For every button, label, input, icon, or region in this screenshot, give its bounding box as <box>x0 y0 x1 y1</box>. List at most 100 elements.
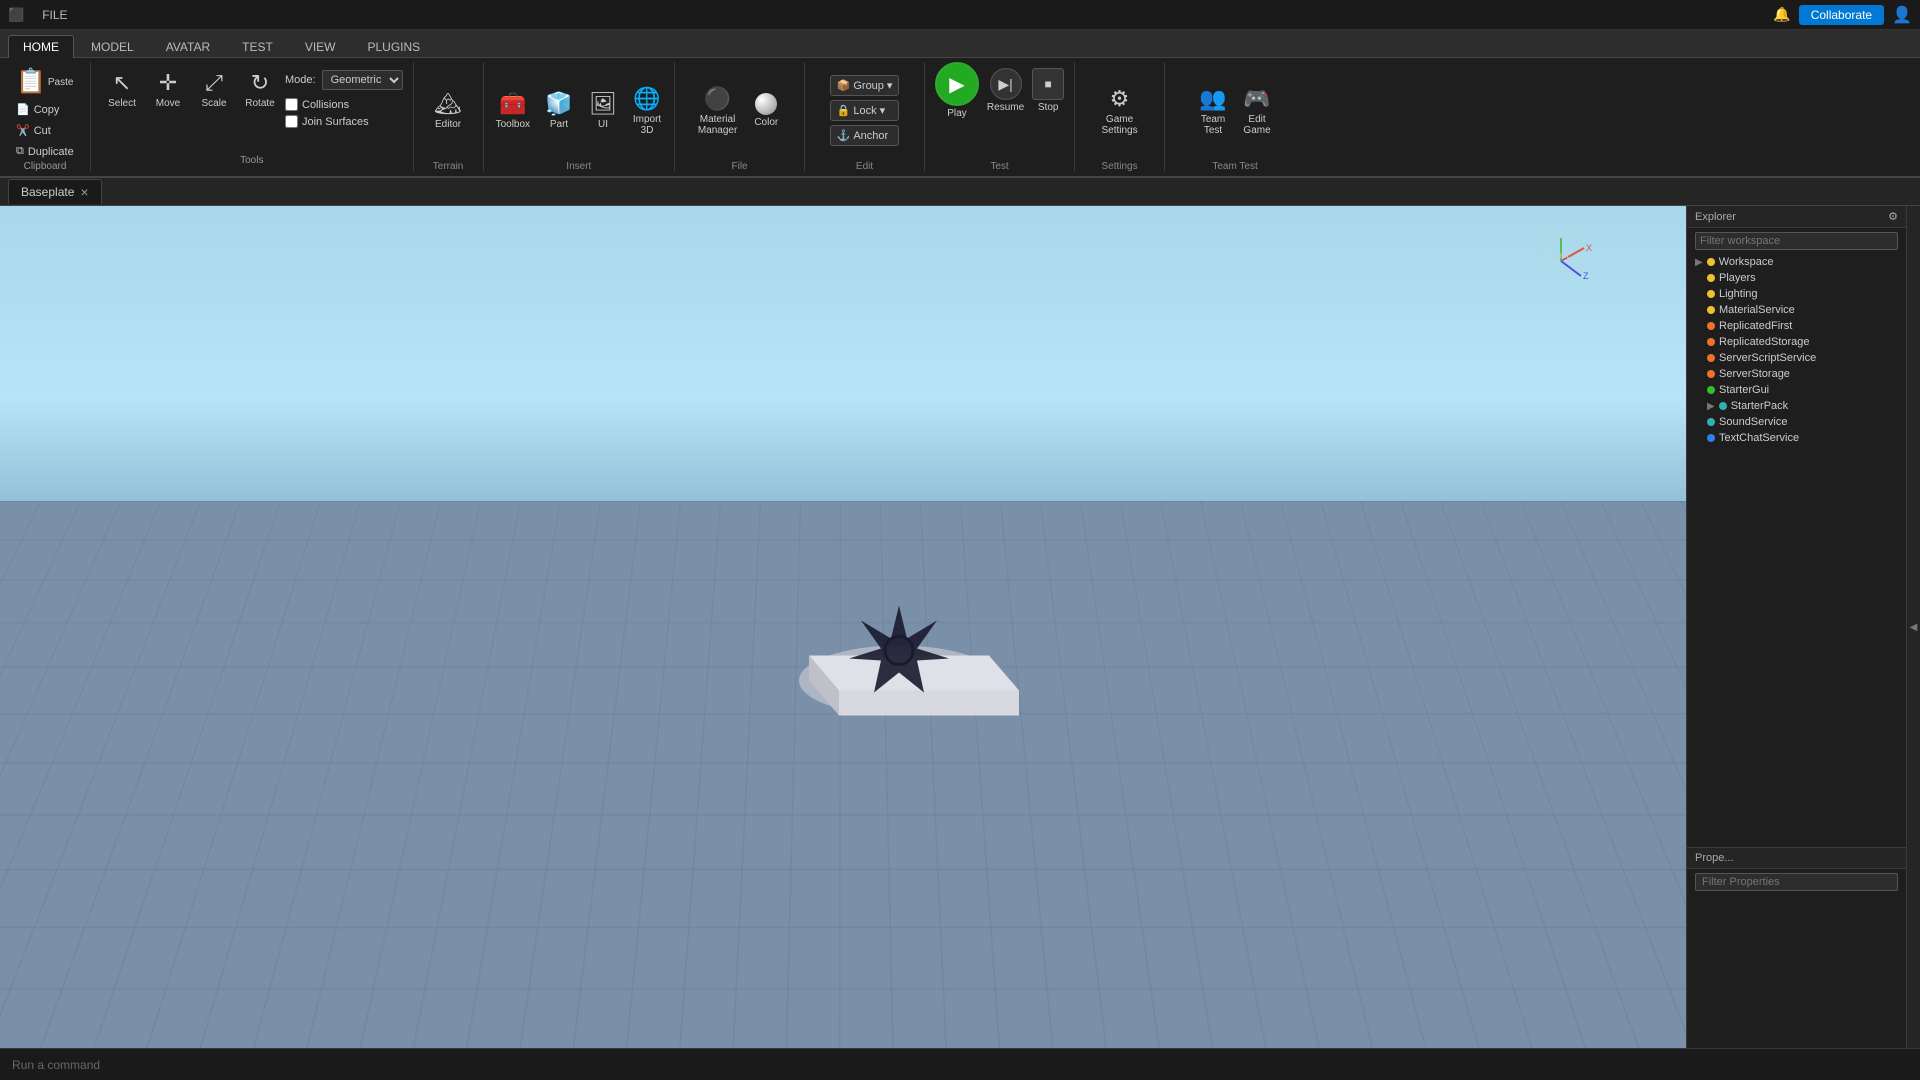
move-button[interactable]: ✛ Move <box>147 66 189 113</box>
lock-button[interactable]: 🔒 Lock ▾ <box>830 100 900 121</box>
explorer-item-workspace[interactable]: ▶ Workspace <box>1687 254 1906 270</box>
rotate-label: Rotate <box>245 98 274 109</box>
explorer-title: Explorer <box>1695 211 1736 223</box>
collisions-row: Collisions <box>285 98 403 111</box>
play-button[interactable]: ▶ <box>935 62 979 106</box>
properties-section: Prope... <box>1687 848 1906 1048</box>
team-test-button[interactable]: 👥 TeamTest <box>1192 82 1234 140</box>
explorer-item-lighting[interactable]: Lighting <box>1687 286 1906 302</box>
join-surfaces-checkbox[interactable] <box>285 115 298 128</box>
explorer-item-soundservice[interactable]: SoundService <box>1687 414 1906 430</box>
color-icon <box>755 93 777 115</box>
explorer-filter-input[interactable] <box>1695 232 1898 250</box>
svg-text:Z: Z <box>1583 271 1589 281</box>
anchor-button[interactable]: ⚓ Anchor <box>830 125 900 146</box>
explorer-section: Explorer ⚙ ▶ Workspace Players <box>1687 206 1906 848</box>
terrain-section-label: Terrain <box>433 161 464 172</box>
main-area: X Z Left Explorer ⚙ ▶ <box>0 206 1920 1048</box>
part-icon: 🧊 <box>545 91 572 117</box>
explorer-item-players[interactable]: Players <box>1687 270 1906 286</box>
clipboard-section: 📋 Paste 📄 Copy ✂️ Cut ⧉ Duplicate Clipbo… <box>0 62 91 172</box>
dot-startergui <box>1707 386 1715 394</box>
game-settings-button[interactable]: ⚙ GameSettings <box>1095 82 1143 140</box>
scale-icon: ⤢ <box>205 70 223 96</box>
lighting-label: Lighting <box>1719 288 1758 300</box>
part-button[interactable]: 🧊 Part <box>538 87 580 134</box>
edit-section: 📦 Group ▾ 🔒 Lock ▾ ⚓ Anchor Edit <box>805 62 925 172</box>
material-manager-label: MaterialManager <box>698 114 737 136</box>
file-menu[interactable]: FILE <box>36 6 73 24</box>
explorer-filter-icon[interactable]: ⚙ <box>1888 210 1898 223</box>
edit-game-button[interactable]: 🎮 EditGame <box>1236 82 1278 140</box>
team-test-label: TeamTest <box>1201 114 1225 136</box>
resume-button[interactable]: ▶| <box>990 68 1022 100</box>
explorer-item-textchatservice[interactable]: TextChatService <box>1687 430 1906 446</box>
paste-button[interactable]: 📋 Paste <box>10 66 80 98</box>
collisions-checkbox[interactable] <box>285 98 298 111</box>
close-tab-button[interactable]: × <box>80 184 88 200</box>
baseplate-tab[interactable]: Baseplate × <box>8 179 102 204</box>
copy-button[interactable]: 📄 Copy <box>10 100 80 119</box>
explorer-item-starterpack[interactable]: ▶ StarterPack <box>1687 398 1906 414</box>
players-label: Players <box>1719 272 1756 284</box>
color-button[interactable]: Color <box>745 89 787 132</box>
copy-icon: 📄 <box>16 103 30 116</box>
join-surfaces-row: Join Surfaces <box>285 115 403 128</box>
select-button[interactable]: ↖ Select <box>101 66 143 113</box>
material-label: MaterialService <box>1719 304 1795 316</box>
insert-section: 🧰 Toolbox 🧊 Part 🖼 UI 🌐 Import3D Insert <box>484 62 675 172</box>
notification-icon[interactable]: 🔔 <box>1773 6 1790 23</box>
tab-test[interactable]: TEST <box>227 35 288 58</box>
tab-home[interactable]: HOME <box>8 35 74 58</box>
explorer-item-materialservice[interactable]: MaterialService <box>1687 302 1906 318</box>
user-icon[interactable]: 👤 <box>1892 5 1912 25</box>
copy-label: Copy <box>34 104 60 116</box>
sky <box>0 206 1686 526</box>
tab-avatar[interactable]: AVATAR <box>151 35 225 58</box>
explorer-item-serverstorage[interactable]: ServerStorage <box>1687 366 1906 382</box>
panel-scroll-arrow[interactable]: ◀ <box>1906 206 1920 1048</box>
terrain-icon: 🏔 <box>434 91 462 117</box>
duplicate-label: Duplicate <box>28 146 74 158</box>
stop-button[interactable]: ■ <box>1032 68 1064 100</box>
mode-select[interactable]: Geometric <box>322 70 403 90</box>
group-arrow: ▾ <box>887 79 893 92</box>
explorer-item-replicatedstorage[interactable]: ReplicatedStorage <box>1687 334 1906 350</box>
toolbox-icon: 🧰 <box>499 91 526 117</box>
import3d-button[interactable]: 🌐 Import3D <box>626 82 668 140</box>
axis-indicator: X Z Left <box>1526 226 1586 286</box>
settings-section-label: Settings <box>1101 161 1137 172</box>
properties-header: Prope... <box>1687 848 1906 869</box>
cut-button[interactable]: ✂️ Cut <box>10 121 80 140</box>
star-object-svg <box>759 516 1039 736</box>
terrain-editor-button[interactable]: 🏔 Editor <box>427 87 469 134</box>
collaborate-button[interactable]: Collaborate <box>1799 5 1884 25</box>
paste-icon: 📋 <box>16 70 46 94</box>
group-button[interactable]: 📦 Group ▾ <box>830 75 900 96</box>
expand-arrow-workspace: ▶ <box>1695 257 1703 268</box>
explorer-item-serverscriptservice[interactable]: ServerScriptService <box>1687 350 1906 366</box>
tab-plugins[interactable]: PLUGINS <box>352 35 435 58</box>
replicated-label: ReplicatedFirst <box>1719 320 1792 332</box>
viewport[interactable]: X Z Left <box>0 206 1686 1048</box>
duplicate-button[interactable]: ⧉ Duplicate <box>10 142 80 161</box>
ui-button[interactable]: 🖼 UI <box>582 87 624 134</box>
cut-icon: ✂️ <box>16 124 30 137</box>
move-label: Move <box>156 98 180 109</box>
select-label: Select <box>108 98 136 109</box>
properties-filter <box>1687 869 1906 895</box>
select-icon: ↖ <box>113 70 131 96</box>
explorer-item-startergui[interactable]: StarterGui <box>1687 382 1906 398</box>
tab-view[interactable]: VIEW <box>290 35 351 58</box>
properties-filter-input[interactable] <box>1695 873 1898 891</box>
toolbox-label: Toolbox <box>496 119 530 130</box>
toolbox-button[interactable]: 🧰 Toolbox <box>490 87 536 134</box>
tab-model[interactable]: MODEL <box>76 35 149 58</box>
edit-game-label: EditGame <box>1243 114 1270 136</box>
axis-svg: X Z Left <box>1526 226 1596 296</box>
rotate-button[interactable]: ↻ Rotate <box>239 66 281 113</box>
edit-btns: 📦 Group ▾ 🔒 Lock ▾ ⚓ Anchor <box>830 62 900 159</box>
scale-button[interactable]: ⤢ Scale <box>193 66 235 113</box>
material-manager-button[interactable]: ⚫ MaterialManager <box>692 82 743 140</box>
explorer-item-replicatedfirst[interactable]: ReplicatedFirst <box>1687 318 1906 334</box>
